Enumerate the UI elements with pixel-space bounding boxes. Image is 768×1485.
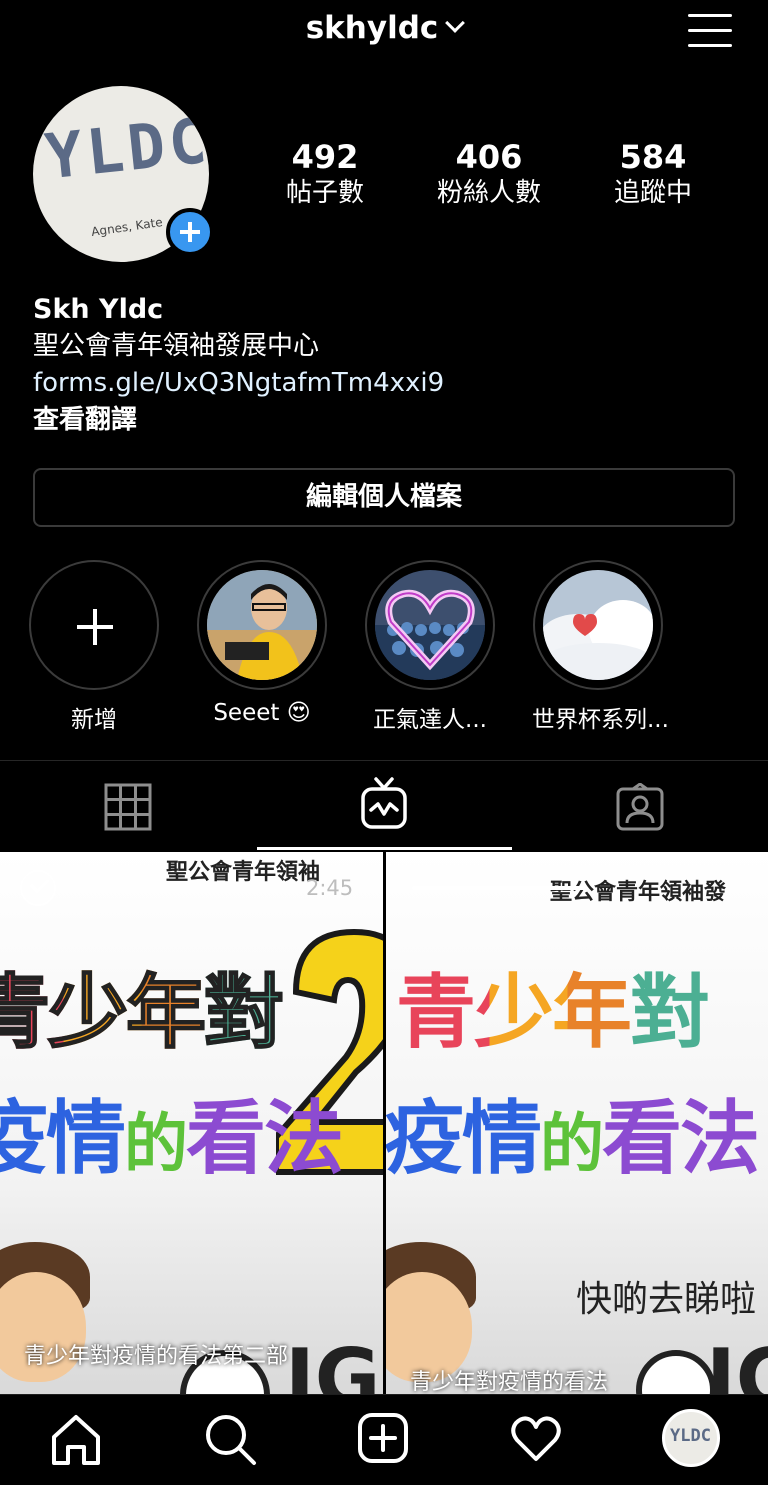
video-caption: 青少年對疫情的看法 bbox=[410, 1370, 609, 1394]
highlight-label: 新增 bbox=[71, 707, 117, 733]
tagged-person-icon bbox=[616, 783, 664, 831]
video-title-de: 的 bbox=[124, 1108, 188, 1182]
video-title-line1-text: 青少年對 bbox=[0, 965, 285, 1060]
video-title-de: 的 bbox=[540, 1108, 604, 1182]
video-side-text: 快啲去睇啦 bbox=[576, 1279, 757, 1320]
home-icon bbox=[52, 1415, 100, 1465]
profile-link[interactable]: forms.gle/UxQ3NgtafmTm4xxi9 bbox=[33, 365, 444, 402]
highlight-new[interactable]: 新增 bbox=[28, 560, 160, 734]
edit-profile-button[interactable]: 編輯個人檔案 bbox=[33, 468, 735, 527]
grid-icon bbox=[104, 783, 152, 831]
nav-avatar-text: YLDC bbox=[670, 1426, 711, 1446]
nav-create[interactable] bbox=[356, 1411, 412, 1467]
search-icon bbox=[206, 1415, 256, 1465]
stat-followers[interactable]: 406 粉絲人數 bbox=[414, 138, 564, 210]
highlight-seeet[interactable]: Seeet 😍 bbox=[196, 560, 328, 726]
video-title-line2: 疫情的看法 bbox=[0, 1074, 344, 1190]
hamburger-menu-icon[interactable] bbox=[688, 12, 732, 48]
igtv-video-2[interactable]: 聖公會青年領袖發 青少年對 疫情的看法 快啲去睇啦 IG 青少年對疫情的看法 bbox=[386, 852, 768, 1394]
nav-profile-avatar[interactable]: YLDC bbox=[662, 1409, 720, 1467]
stat-followers-label: 粉絲人數 bbox=[436, 178, 541, 208]
stat-posts[interactable]: 492 帖子數 bbox=[250, 138, 400, 210]
chevron-down-icon bbox=[445, 13, 466, 33]
video-title-line1: 青少年對 bbox=[396, 948, 710, 1064]
highlight-ring bbox=[365, 560, 495, 690]
video-title-disease: 疫情 bbox=[386, 1092, 542, 1185]
highlight-ring bbox=[533, 560, 663, 690]
active-tab-indicator bbox=[257, 847, 512, 850]
video-header-text: 聖公會青年領袖 bbox=[166, 860, 321, 885]
profile-bio: Skh Yldc 聖公會青年領袖發展中心 forms.gle/UxQ3Ngtaf… bbox=[33, 292, 444, 439]
video-thumbnail: 聖公會青年領袖發 青少年對 疫情的看法 快啲去睇啦 IG bbox=[386, 852, 768, 1394]
nav-activity[interactable] bbox=[508, 1411, 564, 1467]
nav-home[interactable] bbox=[48, 1411, 104, 1467]
tab-grid[interactable] bbox=[0, 761, 256, 853]
stat-posts-label: 帖子數 bbox=[285, 178, 364, 208]
highlight-cover-image bbox=[375, 570, 485, 680]
video-thumbnail: 聖公會青年領袖 青少年對 疫情的看法 IG bbox=[0, 852, 383, 1394]
video-logo-circle bbox=[636, 1350, 716, 1394]
username: skhyldc bbox=[305, 10, 439, 46]
stat-followers-value: 406 bbox=[455, 138, 523, 176]
video-title-view: 看法 bbox=[186, 1092, 344, 1185]
video-caption: 青少年對疫情的看法第二部 bbox=[24, 1344, 289, 1369]
bottom-navigation: YLDC bbox=[0, 1394, 768, 1485]
stat-following-value: 584 bbox=[619, 138, 687, 176]
profile-name: Skh Yldc bbox=[33, 294, 164, 325]
highlight-zhengqi[interactable]: 正氣達人... bbox=[364, 560, 496, 734]
stat-following-label: 追蹤中 bbox=[613, 178, 692, 208]
plus-icon-vertical bbox=[93, 609, 97, 645]
profile-description: 聖公會青年領袖發展中心 bbox=[33, 331, 320, 361]
video-title-line2: 疫情的看法 bbox=[386, 1074, 760, 1190]
tab-igtv[interactable] bbox=[256, 761, 512, 853]
highlight-cover-image bbox=[543, 570, 653, 680]
avatar-logo-text: YLDC bbox=[41, 103, 209, 194]
stat-following[interactable]: 584 追蹤中 bbox=[578, 138, 728, 210]
username-switcher[interactable]: skhyldc bbox=[0, 10, 768, 46]
nav-search[interactable] bbox=[202, 1411, 258, 1467]
tab-tagged[interactable] bbox=[512, 761, 768, 853]
heart-icon bbox=[511, 1416, 561, 1461]
highlight-worldcup[interactable]: 世界杯系列... bbox=[532, 560, 669, 734]
video-title-view: 看法 bbox=[602, 1092, 760, 1185]
add-story-plus-icon[interactable] bbox=[166, 208, 214, 256]
video-header-text: 聖公會青年領袖發 bbox=[550, 880, 727, 905]
video-title-line1: 青少年對 bbox=[0, 948, 285, 1064]
video-ig-text: IG bbox=[706, 1332, 768, 1394]
video-title-line1-text: 青少年對 bbox=[396, 966, 710, 1059]
avatar-logo-subtext: Agnes, Kate bbox=[90, 215, 164, 239]
profile-tabs bbox=[0, 760, 768, 852]
video-duration: 2:45 bbox=[306, 876, 354, 900]
add-post-icon bbox=[358, 1413, 408, 1463]
highlight-ring bbox=[197, 560, 327, 690]
highlight-label: 正氣達人... bbox=[373, 707, 487, 733]
highlight-cover-image bbox=[207, 570, 317, 680]
check-circle-icon bbox=[20, 870, 56, 906]
highlight-label: Seeet 😍 bbox=[213, 700, 311, 726]
video-title-disease: 疫情 bbox=[0, 1092, 126, 1185]
highlight-new-ring bbox=[29, 560, 159, 690]
igtv-icon bbox=[361, 777, 407, 829]
stat-posts-value: 492 bbox=[291, 138, 359, 176]
see-translation-link[interactable]: 查看翻譯 bbox=[33, 402, 444, 439]
video-ig-text: IG bbox=[285, 1332, 381, 1394]
igtv-video-1[interactable]: 聖公會青年領袖 青少年對 疫情的看法 IG 2:45 青少年對疫情的看法第二部 bbox=[0, 852, 383, 1394]
video-progress-bar bbox=[412, 886, 586, 890]
top-bar: skhyldc bbox=[0, 0, 768, 64]
highlight-label: 世界杯系列... bbox=[532, 707, 669, 733]
